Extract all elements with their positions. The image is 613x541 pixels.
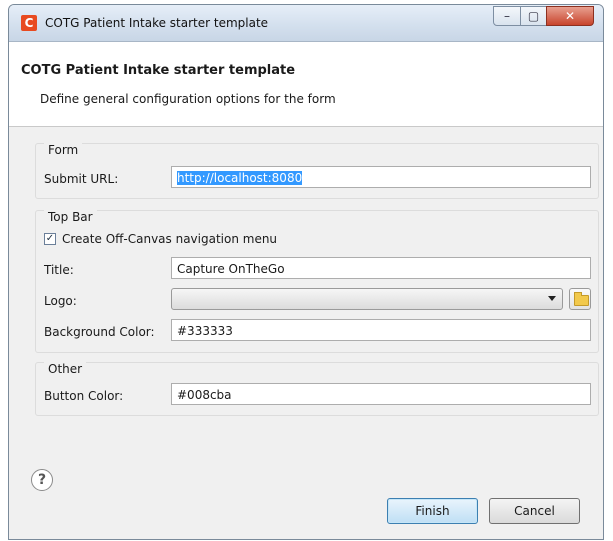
form-group-legend: Form [44, 143, 83, 157]
browse-logo-button[interactable] [569, 288, 591, 310]
close-icon: ✕ [564, 9, 576, 23]
background-color-input[interactable]: #333333 [171, 319, 591, 341]
top-bar-legend: Top Bar [44, 210, 97, 224]
minimize-icon: – [504, 9, 510, 23]
other-group-legend: Other [44, 362, 87, 376]
button-color-label: Button Color: [44, 389, 124, 403]
minimize-button[interactable]: – [493, 6, 521, 26]
form-group: Form Submit URL: http://localhost:8080 [35, 143, 599, 199]
other-group: Other Button Color: #008cba [35, 362, 599, 416]
chevron-down-icon [548, 296, 556, 301]
submit-url-label: Submit URL: [44, 172, 119, 186]
finish-button[interactable]: Finish [387, 498, 478, 524]
dialog-header: COTG Patient Intake starter template Def… [9, 42, 603, 127]
title-input[interactable]: Capture OnTheGo [171, 257, 591, 279]
cancel-button[interactable]: Cancel [489, 498, 580, 524]
title-label: Title: [44, 263, 74, 277]
app-icon: C [21, 15, 37, 31]
header-title: COTG Patient Intake starter template [21, 63, 296, 78]
background-color-label: Background Color: [44, 325, 155, 339]
offcanvas-checkbox[interactable]: ✓ [44, 233, 56, 245]
logo-dropdown[interactable] [171, 288, 563, 310]
dialog-window: C COTG Patient Intake starter template –… [8, 4, 604, 540]
maximize-button[interactable]: ▢ [520, 6, 547, 26]
folder-icon [574, 292, 589, 306]
window-title: COTG Patient Intake starter template [45, 16, 269, 30]
logo-label: Logo: [44, 294, 77, 308]
close-button[interactable]: ✕ [546, 6, 594, 26]
title-bar[interactable]: C COTG Patient Intake starter template –… [9, 5, 603, 42]
maximize-icon: ▢ [527, 9, 540, 23]
offcanvas-label[interactable]: Create Off-Canvas navigation menu [62, 232, 277, 246]
checkmark-icon: ✓ [45, 233, 55, 244]
header-description: Define general configuration options for… [40, 92, 336, 106]
submit-url-value: http://localhost:8080 [177, 171, 303, 185]
button-color-input[interactable]: #008cba [171, 383, 591, 405]
submit-url-input[interactable]: http://localhost:8080 [171, 166, 591, 188]
help-icon[interactable]: ? [31, 469, 53, 491]
top-bar-group: Top Bar ✓ Create Off-Canvas navigation m… [35, 210, 599, 353]
